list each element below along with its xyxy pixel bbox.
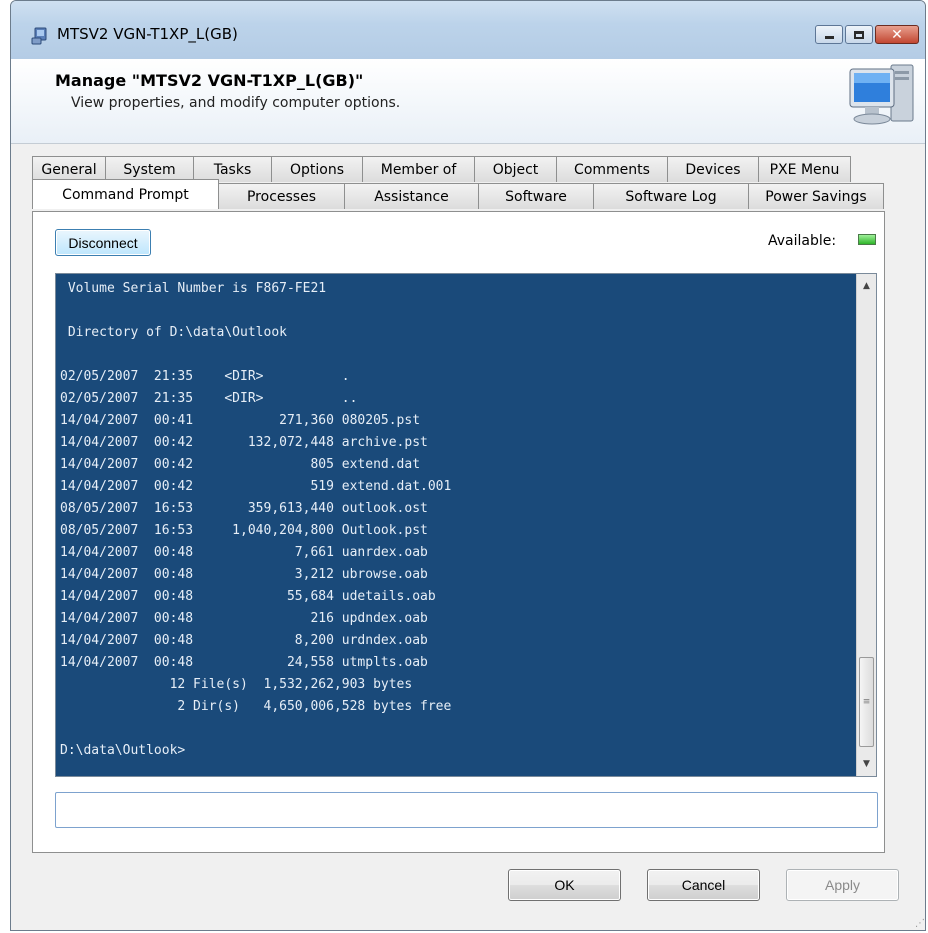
apply-button[interactable]: Apply [786, 869, 899, 901]
tab-software[interactable]: Software [478, 183, 594, 209]
console-line: 14/04/2007 00:48 24,558 utmplts.oab [60, 655, 428, 670]
console-line: 08/05/2007 16:53 359,613,440 outlook.ost [60, 501, 428, 516]
tab-comments[interactable]: Comments [556, 156, 668, 182]
grip-icon: ≡ [862, 696, 871, 707]
tab-options[interactable]: Options [271, 156, 363, 182]
tab-command-prompt[interactable]: Command Prompt [32, 179, 219, 209]
console-line: 08/05/2007 16:53 1,040,204,800 Outlook.p… [60, 523, 428, 538]
console-line: 14/04/2007 00:48 216 updndex.oab [60, 611, 428, 626]
close-icon: ✕ [891, 26, 903, 43]
tab-assistance[interactable]: Assistance [344, 183, 479, 209]
maximize-icon [854, 30, 864, 39]
console-line: Volume Serial Number is F867-FE21 [60, 281, 327, 296]
maximize-button[interactable] [845, 25, 873, 44]
console-line: 14/04/2007 00:42 805 extend.dat [60, 457, 421, 472]
window-controls: ✕ [813, 25, 919, 46]
tab-object[interactable]: Object [474, 156, 557, 182]
ok-button[interactable]: OK [508, 869, 621, 901]
scrollbar-thumb[interactable]: ≡ [859, 657, 874, 747]
console-line: 14/04/2007 00:48 8,200 urdndex.oab [60, 633, 428, 648]
minimize-icon [824, 36, 834, 39]
tab-pxe-menu[interactable]: PXE Menu [758, 156, 851, 182]
title-bar[interactable]: MTSV2 VGN-T1XP_L(GB) ✕ [11, 1, 925, 59]
header-subtitle: View properties, and modify computer opt… [71, 95, 401, 111]
console-output: Volume Serial Number is F867-FE21 Direct… [56, 274, 856, 776]
minimize-button[interactable] [815, 25, 843, 44]
console-line: 14/04/2007 00:42 519 extend.dat.001 [60, 479, 452, 494]
tab-row-2: Command Prompt Processes Assistance Soft… [32, 179, 884, 209]
computer-icon [31, 27, 47, 45]
console-line: 02/05/2007 21:35 <DIR> .. [60, 391, 358, 406]
header-title: Manage "MTSV2 VGN-T1XP_L(GB)" [55, 71, 364, 90]
resize-grip-icon[interactable]: ⋰ [915, 918, 925, 929]
console-line: 02/05/2007 21:35 <DIR> . [60, 369, 350, 384]
cancel-button[interactable]: Cancel [647, 869, 760, 901]
available-status-indicator [858, 234, 876, 245]
close-button[interactable]: ✕ [875, 25, 919, 44]
tab-processes[interactable]: Processes [218, 183, 345, 209]
tab-devices[interactable]: Devices [667, 156, 759, 182]
tab-power-savings[interactable]: Power Savings [748, 183, 884, 209]
window-title: MTSV2 VGN-T1XP_L(GB) [57, 25, 238, 43]
console-scrollbar[interactable]: ▲ ≡ ▼ [856, 274, 876, 776]
tab-member-of[interactable]: Member of [362, 156, 475, 182]
available-label: Available: [768, 233, 837, 249]
console-line: 14/04/2007 00:48 55,684 udetails.oab [60, 589, 436, 604]
console-line: D:\data\Outlook> [60, 743, 186, 758]
console-line: Directory of D:\data\Outlook [60, 325, 287, 340]
console-line: 14/04/2007 00:48 7,661 uanrdex.oab [60, 545, 428, 560]
scroll-down-arrow-icon[interactable]: ▼ [857, 754, 876, 774]
command-input[interactable] [55, 792, 878, 828]
tab-software-log[interactable]: Software Log [593, 183, 749, 209]
scroll-up-arrow-icon[interactable]: ▲ [857, 276, 876, 296]
console-line: 14/04/2007 00:41 271,360 080205.pst [60, 413, 421, 428]
console-line: 2 Dir(s) 4,650,006,528 bytes free [60, 699, 452, 714]
command-console[interactable]: Volume Serial Number is F867-FE21 Direct… [55, 273, 877, 777]
console-line: 14/04/2007 00:42 132,072,448 archive.pst [60, 435, 428, 450]
dialog-header: Manage "MTSV2 VGN-T1XP_L(GB)" View prope… [11, 59, 925, 144]
console-line: 14/04/2007 00:48 3,212 ubrowse.oab [60, 567, 428, 582]
console-line: 12 File(s) 1,532,262,903 bytes [60, 677, 413, 692]
disconnect-button[interactable]: Disconnect [55, 229, 151, 256]
computer-monitor-icon [849, 64, 914, 125]
